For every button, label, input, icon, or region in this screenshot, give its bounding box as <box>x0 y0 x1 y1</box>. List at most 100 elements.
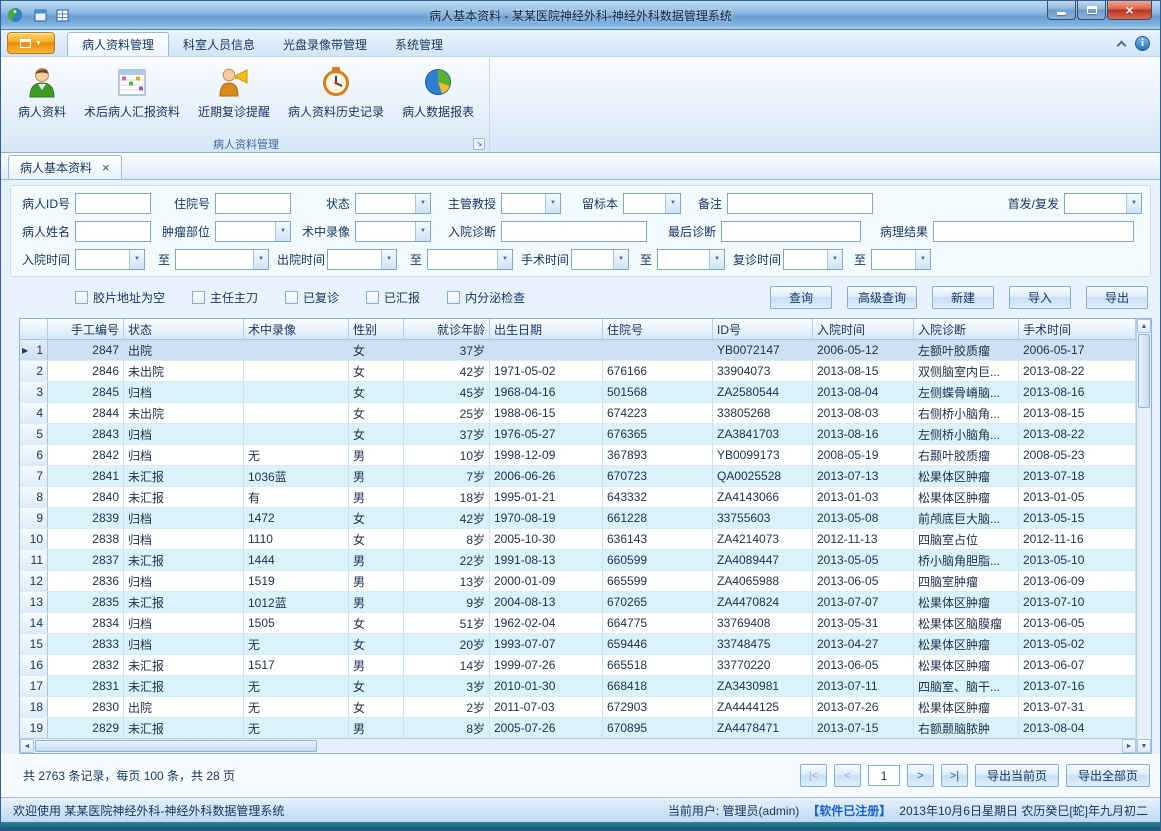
table-row[interactable]: 192829未汇报无男8岁2005-07-26670895ZA447847120… <box>20 718 1136 738</box>
column-header[interactable]: 住院号 <box>603 319 713 339</box>
ribbon-tab-department-staff[interactable]: 科室人员信息 <box>169 32 269 56</box>
filter-input[interactable] <box>721 221 861 242</box>
export-button[interactable]: 导出 <box>1086 286 1148 309</box>
scroll-down-icon[interactable]: ▼ <box>1137 739 1151 753</box>
table-row[interactable]: 182830出院无女2岁2011-07-03672903ZA4444125201… <box>20 697 1136 718</box>
last-page-button[interactable]: >| <box>941 764 968 787</box>
scroll-left-icon[interactable]: ◄ <box>20 739 34 753</box>
chevron-down-icon[interactable]: ▼ <box>415 222 430 241</box>
checkbox-icon[interactable] <box>447 291 460 304</box>
column-header[interactable]: ID号 <box>713 319 813 339</box>
ribbon-button-postop-report[interactable]: 术后病人汇报资料 <box>75 61 189 135</box>
vertical-scroll-track[interactable] <box>1137 409 1151 739</box>
table-row[interactable]: 152833归档无女20岁1993-07-0765944633748475201… <box>20 634 1136 655</box>
horizontal-scroll-thumb[interactable] <box>35 740 317 752</box>
close-button[interactable]: × <box>1107 1 1152 20</box>
chevron-down-icon[interactable]: ▼ <box>381 250 396 269</box>
table-row[interactable]: 22846未出院女42岁1971-05-02676166339040732013… <box>20 361 1136 382</box>
column-header[interactable]: 出生日期 <box>490 319 603 339</box>
window-icon[interactable] <box>31 6 49 24</box>
chevron-down-icon[interactable]: ▼ <box>915 250 930 269</box>
filter-combobox[interactable]: ▼ <box>871 249 931 270</box>
filter-input[interactable] <box>933 221 1134 242</box>
checkbox-icon[interactable] <box>75 291 88 304</box>
filter-input[interactable] <box>75 193 151 214</box>
close-tab-icon[interactable]: × <box>102 161 110 174</box>
table-row[interactable]: 72841未汇报1036蓝男7岁2006-06-26670723QA002552… <box>20 466 1136 487</box>
filter-combobox[interactable]: ▼ <box>571 249 629 270</box>
filter-input[interactable] <box>727 193 873 214</box>
checkbox-icon[interactable] <box>285 291 298 304</box>
ribbon-tab-disc-video-management[interactable]: 光盘录像带管理 <box>269 32 381 56</box>
table-row[interactable]: 132835未汇报1012蓝男9岁2004-08-13670265ZA44708… <box>20 592 1136 613</box>
filter-checkbox[interactable]: 已汇报 <box>366 289 420 306</box>
ribbon-button-data-reports[interactable]: 病人数据报表 <box>393 61 483 135</box>
chevron-down-icon[interactable]: ▼ <box>253 250 268 269</box>
checkbox-icon[interactable] <box>366 291 379 304</box>
filter-combobox[interactable]: ▼ <box>427 249 513 270</box>
filter-combobox[interactable]: ▼ <box>501 193 561 214</box>
horizontal-scrollbar[interactable]: ◄ ► <box>20 738 1136 753</box>
advanced-query-button[interactable]: 高级查询 <box>847 286 917 309</box>
filter-checkbox[interactable]: 内分泌检查 <box>447 289 525 306</box>
filter-combobox[interactable]: ▼ <box>1064 193 1142 214</box>
filter-input[interactable] <box>215 193 291 214</box>
export-current-page-button[interactable]: 导出当前页 <box>975 764 1059 787</box>
tab-patient-basic-info[interactable]: 病人基本资料 × <box>8 155 122 179</box>
filter-combobox[interactable]: ▼ <box>175 249 269 270</box>
table-row[interactable]: 112837未汇报1444男22岁1991-08-13660599ZA40894… <box>20 550 1136 571</box>
query-button[interactable]: 查询 <box>770 286 832 309</box>
table-row[interactable]: 102838归档1110女8岁2005-10-30636143ZA4214073… <box>20 529 1136 550</box>
table-row[interactable]: 62842归档无男10岁1998-12-09367893YB0099173200… <box>20 445 1136 466</box>
chevron-down-icon[interactable]: ▼ <box>275 222 290 241</box>
ribbon-button-patient-info[interactable]: 病人资料 <box>9 61 75 135</box>
table-row[interactable]: 42844未出院女25岁1988-06-15674223338052682013… <box>20 403 1136 424</box>
horizontal-scroll-track[interactable] <box>318 739 1122 753</box>
filter-combobox[interactable]: ▼ <box>327 249 397 270</box>
chevron-down-icon[interactable]: ▼ <box>613 250 628 269</box>
filter-checkbox[interactable]: 胶片地址为空 <box>75 289 165 306</box>
chevron-down-icon[interactable]: ▼ <box>415 194 430 213</box>
application-menu-button[interactable]: ▼ <box>7 32 55 54</box>
filter-combobox[interactable]: ▼ <box>623 193 681 214</box>
new-button[interactable]: 新建 <box>932 286 994 309</box>
maximize-button[interactable] <box>1077 1 1106 20</box>
chevron-down-icon[interactable]: ▼ <box>827 250 842 269</box>
column-header[interactable]: 手工编号 <box>48 319 124 339</box>
vertical-scroll-thumb[interactable] <box>1138 334 1150 408</box>
column-header[interactable]: 就诊年龄 <box>404 319 490 339</box>
filter-input[interactable] <box>501 221 647 242</box>
ribbon-tab-patient-management[interactable]: 病人资料管理 <box>67 32 169 56</box>
ribbon-button-history-records[interactable]: 病人资料历史记录 <box>279 61 393 135</box>
export-all-pages-button[interactable]: 导出全部页 <box>1066 764 1150 787</box>
info-icon[interactable]: i <box>1135 36 1150 51</box>
next-page-button[interactable]: > <box>907 764 934 787</box>
column-header[interactable] <box>20 319 48 339</box>
filter-combobox[interactable]: ▼ <box>657 249 725 270</box>
ribbon-button-followup-reminder[interactable]: 近期复诊提醒 <box>189 61 279 135</box>
table-row[interactable]: 92839归档1472女42岁1970-08-19661228337556032… <box>20 508 1136 529</box>
column-header[interactable]: 术中录像 <box>244 319 349 339</box>
chevron-down-icon[interactable]: ▼ <box>709 250 724 269</box>
scroll-up-icon[interactable]: ▲ <box>1137 319 1151 333</box>
filter-combobox[interactable]: ▼ <box>355 221 431 242</box>
column-header[interactable]: 手术时间 <box>1019 319 1136 339</box>
dialog-launcher-icon[interactable]: ↘ <box>473 138 485 150</box>
chevron-down-icon[interactable]: ▼ <box>545 194 560 213</box>
chevron-down-icon[interactable]: ▼ <box>497 250 512 269</box>
grid-icon[interactable] <box>53 6 71 24</box>
table-row[interactable]: 142834归档1505女51岁1962-02-0466477533769408… <box>20 613 1136 634</box>
first-page-button[interactable]: |< <box>800 764 827 787</box>
vertical-scrollbar[interactable]: ▲ ▼ <box>1136 319 1151 753</box>
filter-combobox[interactable]: ▼ <box>75 249 145 270</box>
page-number-input[interactable] <box>868 765 900 786</box>
registered-link[interactable]: 【软件已注册】 <box>807 802 891 819</box>
import-button[interactable]: 导入 <box>1009 286 1071 309</box>
filter-checkbox[interactable]: 主任主刀 <box>192 289 258 306</box>
minimize-button[interactable] <box>1047 1 1076 20</box>
scroll-right-icon[interactable]: ► <box>1122 739 1136 753</box>
chevron-down-icon[interactable]: ▼ <box>129 250 144 269</box>
filter-combobox[interactable]: ▼ <box>783 249 843 270</box>
filter-input[interactable] <box>75 221 151 242</box>
column-header[interactable]: 入院诊断 <box>914 319 1019 339</box>
